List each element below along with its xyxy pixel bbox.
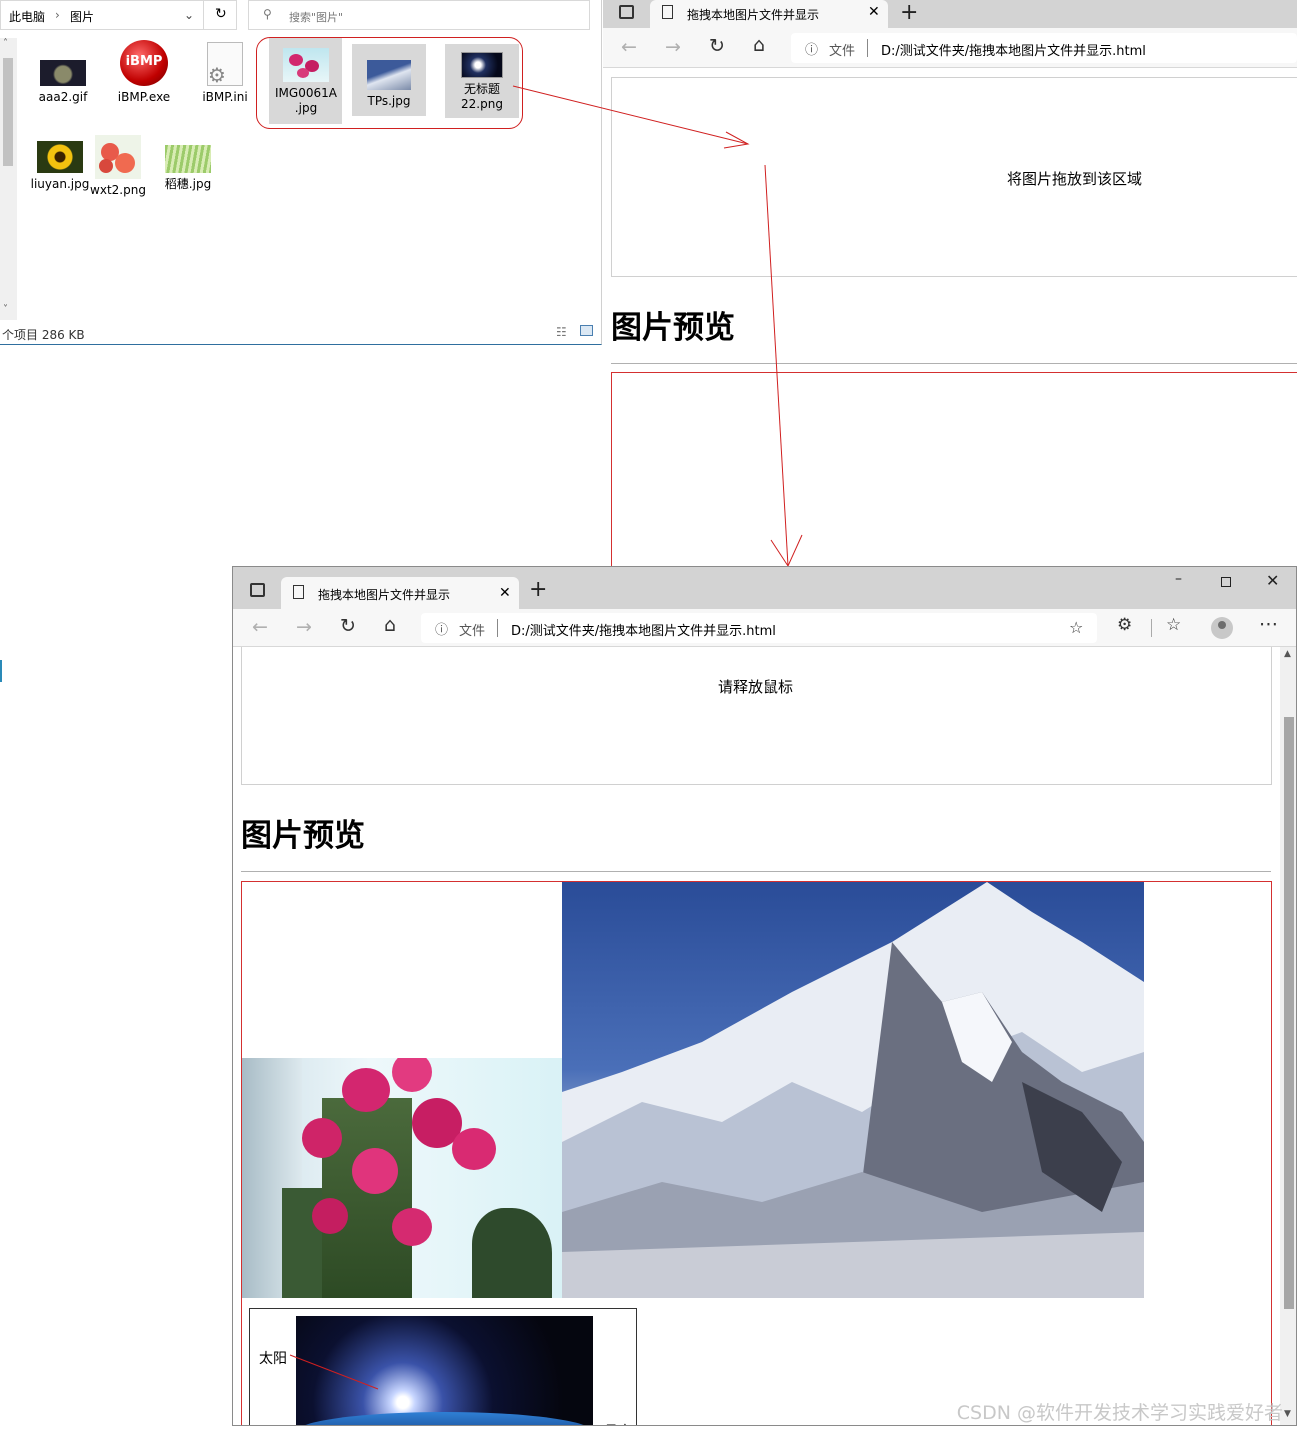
annotation-pointer (289, 1354, 379, 1390)
scroll-down-icon[interactable]: ▼ (1284, 1409, 1291, 1419)
edge-artifact (0, 660, 2, 682)
info-icon[interactable]: ⓘ (435, 619, 448, 638)
annotation-label-moon: 月亮 (604, 1421, 632, 1425)
new-tab-icon[interactable]: + (529, 577, 547, 602)
browser-window-front: 拖拽本地图片文件并显示 ✕ + – ✕ ← → ↻ ⌂ ⓘ 文件 D:/测试文件… (232, 566, 1297, 1426)
profile-avatar-icon[interactable] (1211, 617, 1233, 639)
page-viewport: 请释放鼠标 图片预览 太阳 (233, 647, 1280, 1425)
minimize-icon[interactable]: – (1175, 571, 1182, 587)
arrow-to-dropzone (512, 85, 749, 145)
orchid-image (242, 1058, 562, 1298)
forward-icon[interactable]: → (296, 616, 312, 638)
add-favorite-icon[interactable]: ☆ (1069, 618, 1083, 637)
maximize-icon[interactable] (1221, 577, 1231, 587)
mountain-image (562, 882, 1144, 1298)
address-url[interactable]: D:/测试文件夹/拖拽本地图片文件并显示.html (511, 620, 776, 639)
reload-icon[interactable]: ↻ (340, 615, 356, 637)
address-bar[interactable]: ⓘ 文件 D:/测试文件夹/拖拽本地图片文件并显示.html ☆ (421, 613, 1097, 643)
drop-zone[interactable]: 请释放鼠标 (241, 647, 1272, 785)
browser-toolbar: ← → ↻ ⌂ ⓘ 文件 D:/测试文件夹/拖拽本地图片文件并显示.html ☆… (233, 609, 1296, 647)
scroll-up-icon[interactable]: ▲ (1284, 649, 1291, 659)
drop-zone-text: 请释放鼠标 (718, 678, 794, 696)
more-options-icon[interactable]: ⋯ (1259, 613, 1278, 635)
divider-rule (241, 871, 1271, 872)
extensions-icon[interactable]: ⚙ (1117, 615, 1132, 635)
tab-strip: 拖拽本地图片文件并显示 ✕ + – ✕ (233, 567, 1296, 609)
preview-container: 太阳 月亮 (241, 881, 1272, 1425)
page-scrollbar[interactable]: ▲ ▼ (1280, 647, 1296, 1425)
divider (497, 619, 498, 637)
watermark: CSDN @软件开发技术学习实践爱好者 (956, 1402, 1283, 1424)
close-tab-icon[interactable]: ✕ (499, 585, 511, 601)
back-icon[interactable]: ← (252, 616, 268, 638)
tab-title: 拖拽本地图片文件并显示 (318, 588, 451, 602)
close-window-icon[interactable]: ✕ (1266, 571, 1279, 590)
home-icon[interactable]: ⌂ (384, 614, 396, 636)
arrow-to-result (764, 164, 789, 567)
annotated-image-frame: 太阳 月亮 (249, 1308, 637, 1425)
address-scheme: 文件 (459, 624, 486, 639)
browser-tab[interactable]: 拖拽本地图片文件并显示 ✕ (281, 577, 519, 609)
favorites-icon[interactable]: ☆ (1166, 615, 1181, 635)
page-icon (293, 585, 304, 599)
page-heading: 图片预览 (241, 818, 365, 854)
divider (1151, 619, 1152, 637)
arrowhead (723, 131, 750, 149)
scrollbar-thumb[interactable] (1284, 717, 1294, 1309)
tab-actions-icon[interactable] (250, 583, 265, 597)
